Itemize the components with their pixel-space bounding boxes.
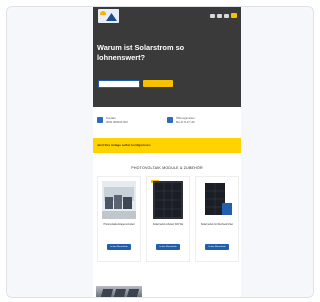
add-to-cart-button[interactable]: In den Warenkorb — [205, 244, 229, 250]
roof-tile — [113, 289, 127, 297]
roof-tile — [126, 289, 140, 297]
product-title[interactable]: Solarmodul schwarz 400 Wp — [150, 223, 186, 226]
add-to-cart-button[interactable]: In den Warenkorb — [156, 244, 180, 250]
product-card[interactable]: Photovoltaik-Anlage komplett In den Ware… — [97, 176, 141, 262]
user-icon[interactable] — [217, 13, 222, 18]
roof-tile — [100, 289, 114, 297]
roof-icon — [106, 13, 117, 21]
info-sub: 0000 000000 000 — [106, 119, 128, 124]
product-card[interactable]: Solarmodul mit Wechselrichter In den War… — [195, 176, 239, 262]
section-title: PHOTOVOLTAIK MODULE & ZUBEHÖR — [131, 166, 203, 170]
phone-icon — [97, 117, 103, 123]
banner-text: Jetzt Ihre Anlage selbst konfigurieren — [97, 143, 151, 147]
solar-panel-inverter-image — [205, 183, 232, 215]
roof-photo — [96, 286, 142, 297]
sun-icon — [100, 11, 106, 15]
preview-card: Warum ist Solarstrom so lohnenswert? Kon… — [6, 6, 314, 298]
cart-icon[interactable] — [231, 13, 237, 18]
product-title[interactable]: Solarmodul mit Wechselrichter — [199, 223, 235, 226]
product-title[interactable]: Photovoltaik-Anlage komplett — [101, 223, 137, 226]
phone-icon[interactable] — [224, 13, 229, 18]
product-card[interactable]: Solarmodul schwarz 400 Wp In den Warenko… — [146, 176, 190, 262]
hero-title: Warum ist Solarstrom so lohnenswert? — [97, 43, 185, 62]
product-image[interactable] — [200, 181, 234, 219]
header-icons — [210, 13, 237, 18]
hero-button-secondary[interactable] — [98, 80, 140, 88]
mobile-page[interactable]: Warum ist Solarstrom so lohnenswert? Kon… — [93, 7, 241, 297]
add-to-cart-button[interactable]: In den Warenkorb — [107, 244, 131, 250]
product-image[interactable] — [102, 181, 136, 219]
product-image[interactable] — [153, 181, 183, 219]
promo-banner[interactable]: Jetzt Ihre Anlage selbst konfigurieren — [93, 138, 241, 153]
hero-button-primary[interactable] — [143, 80, 173, 87]
solar-panel-image — [155, 183, 181, 217]
logo[interactable] — [98, 9, 119, 23]
search-icon[interactable] — [210, 13, 215, 18]
hero-section: Warum ist Solarstrom so lohnenswert? — [93, 7, 241, 107]
warehouse-image — [102, 181, 136, 219]
info-sub: Mo-Fr 8-17 Uhr — [176, 119, 196, 124]
clock-icon — [167, 117, 173, 123]
